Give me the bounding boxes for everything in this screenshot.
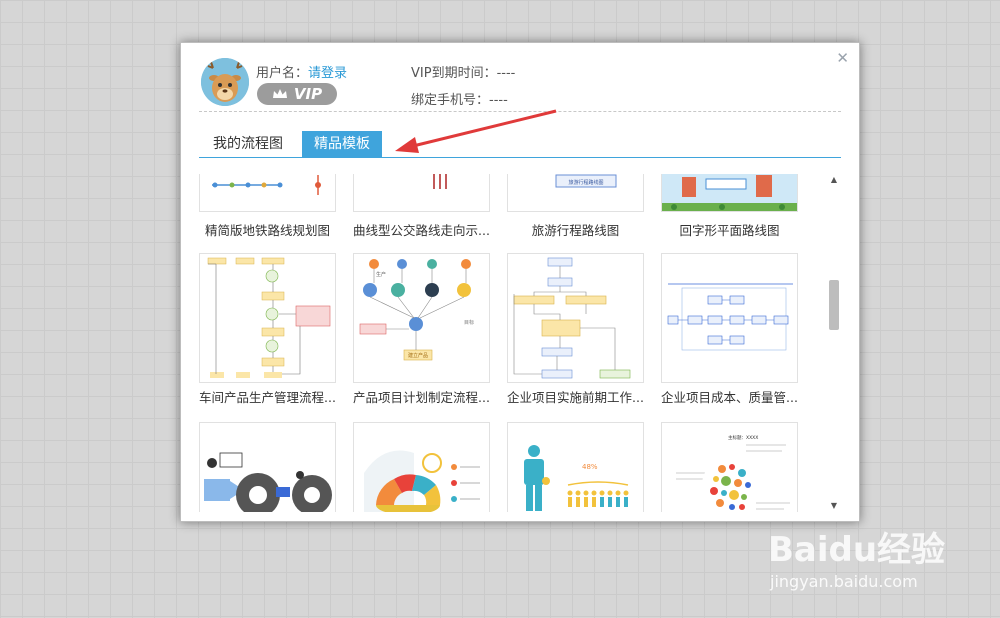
avatar — [201, 58, 249, 106]
scroll-down-icon[interactable]: ▼ — [827, 500, 841, 512]
template-card[interactable]: 企业项目实施前期工作... — [507, 253, 644, 405]
template-card[interactable]: 车间产品生产管理流程... — [199, 253, 336, 405]
template-card[interactable]: 生产 建立产品 目标 产品项目计划制定流程... — [353, 253, 490, 405]
vip-badge-label: VIP — [293, 85, 323, 103]
template-title: 企业项目成本、质量管... — [661, 390, 798, 405]
thumb-label: 48% — [582, 463, 598, 471]
template-dialog: ✕ 用户名：请登录 VIP VIP到期时间：---- 绑定手机号：---- 我的… — [180, 42, 860, 522]
deer-avatar-icon — [201, 58, 249, 106]
template-title: 精简版地铁路线规划图 — [204, 223, 330, 238]
template-title: 旅游行程路线图 — [531, 223, 620, 238]
scrollbar-thumb[interactable] — [829, 280, 839, 330]
template-thumbnail[interactable] — [199, 174, 336, 212]
template-card[interactable]: 旅游行程路线图 旅游行程路线图 — [507, 174, 644, 238]
template-thumbnail[interactable] — [199, 422, 336, 512]
template-card[interactable]: 主标题：XXXX — [661, 422, 798, 512]
scroll-up-icon[interactable]: ▲ — [827, 174, 841, 186]
bound-phone: 绑定手机号：---- — [411, 93, 508, 108]
scrollbar[interactable]: ▲ ▼ — [827, 174, 841, 512]
template-card[interactable] — [199, 422, 336, 512]
template-title: 曲线型公交路线走向示... — [353, 223, 490, 238]
tab-premium-templates[interactable]: 精品模板 — [302, 131, 382, 157]
template-thumbnail[interactable] — [661, 174, 798, 212]
vip-badge: VIP — [257, 83, 337, 105]
thumb-label: 主标题：XXXX — [728, 434, 758, 441]
template-card[interactable]: 48% — [507, 422, 644, 512]
template-thumbnail[interactable] — [199, 253, 336, 383]
template-card[interactable]: 企业项目成本、质量管... — [661, 253, 798, 405]
template-thumbnail[interactable]: 生产 建立产品 目标 — [353, 253, 490, 383]
red-arrow-annotation — [395, 109, 557, 153]
template-card[interactable]: 曲线型公交路线走向示... — [353, 174, 490, 238]
template-thumbnail[interactable] — [661, 253, 798, 383]
watermark-url: jingyan.baidu.com — [770, 572, 918, 591]
template-title: 车间产品生产管理流程... — [199, 390, 336, 405]
login-link[interactable]: 请登录 — [308, 66, 347, 81]
watermark-logo: Baidu经验 — [768, 530, 946, 570]
tab-my-flowcharts[interactable]: 我的流程图 — [201, 131, 295, 157]
template-thumbnail[interactable] — [353, 422, 490, 512]
template-title: 回字形平面路线图 — [679, 223, 780, 238]
template-card[interactable]: 回字形平面路线图 — [661, 174, 798, 238]
template-thumbnail[interactable]: 48% — [507, 422, 644, 512]
template-thumbnail[interactable]: 主标题：XXXX — [661, 422, 798, 512]
thumb-label: 生产 — [376, 271, 386, 278]
template-title: 产品项目计划制定流程... — [353, 390, 490, 405]
template-thumbnail[interactable] — [507, 253, 644, 383]
crown-icon — [272, 89, 287, 98]
template-card[interactable] — [353, 422, 490, 512]
thumb-label: 旅游行程路线图 — [568, 179, 603, 186]
template-thumbnail[interactable]: 旅游行程路线图 — [507, 174, 644, 212]
template-card[interactable]: 精简版地铁路线规划图 — [199, 174, 336, 238]
template-title: 企业项目实施前期工作... — [507, 390, 644, 405]
thumb-label: 建立产品 — [408, 352, 428, 359]
vip-expiry: VIP到期时间：---- — [411, 66, 516, 81]
close-icon[interactable]: ✕ — [836, 49, 849, 67]
template-thumbnail[interactable] — [353, 174, 490, 212]
username-row: 用户名：请登录 — [256, 62, 347, 81]
thumb-label: 目标 — [464, 319, 474, 326]
template-grid: 精简版地铁路线规划图 曲线型公交路线走向示... 旅游行程路线图 旅游行程路线图 — [199, 174, 811, 512]
username-label: 用户名： — [256, 66, 309, 81]
